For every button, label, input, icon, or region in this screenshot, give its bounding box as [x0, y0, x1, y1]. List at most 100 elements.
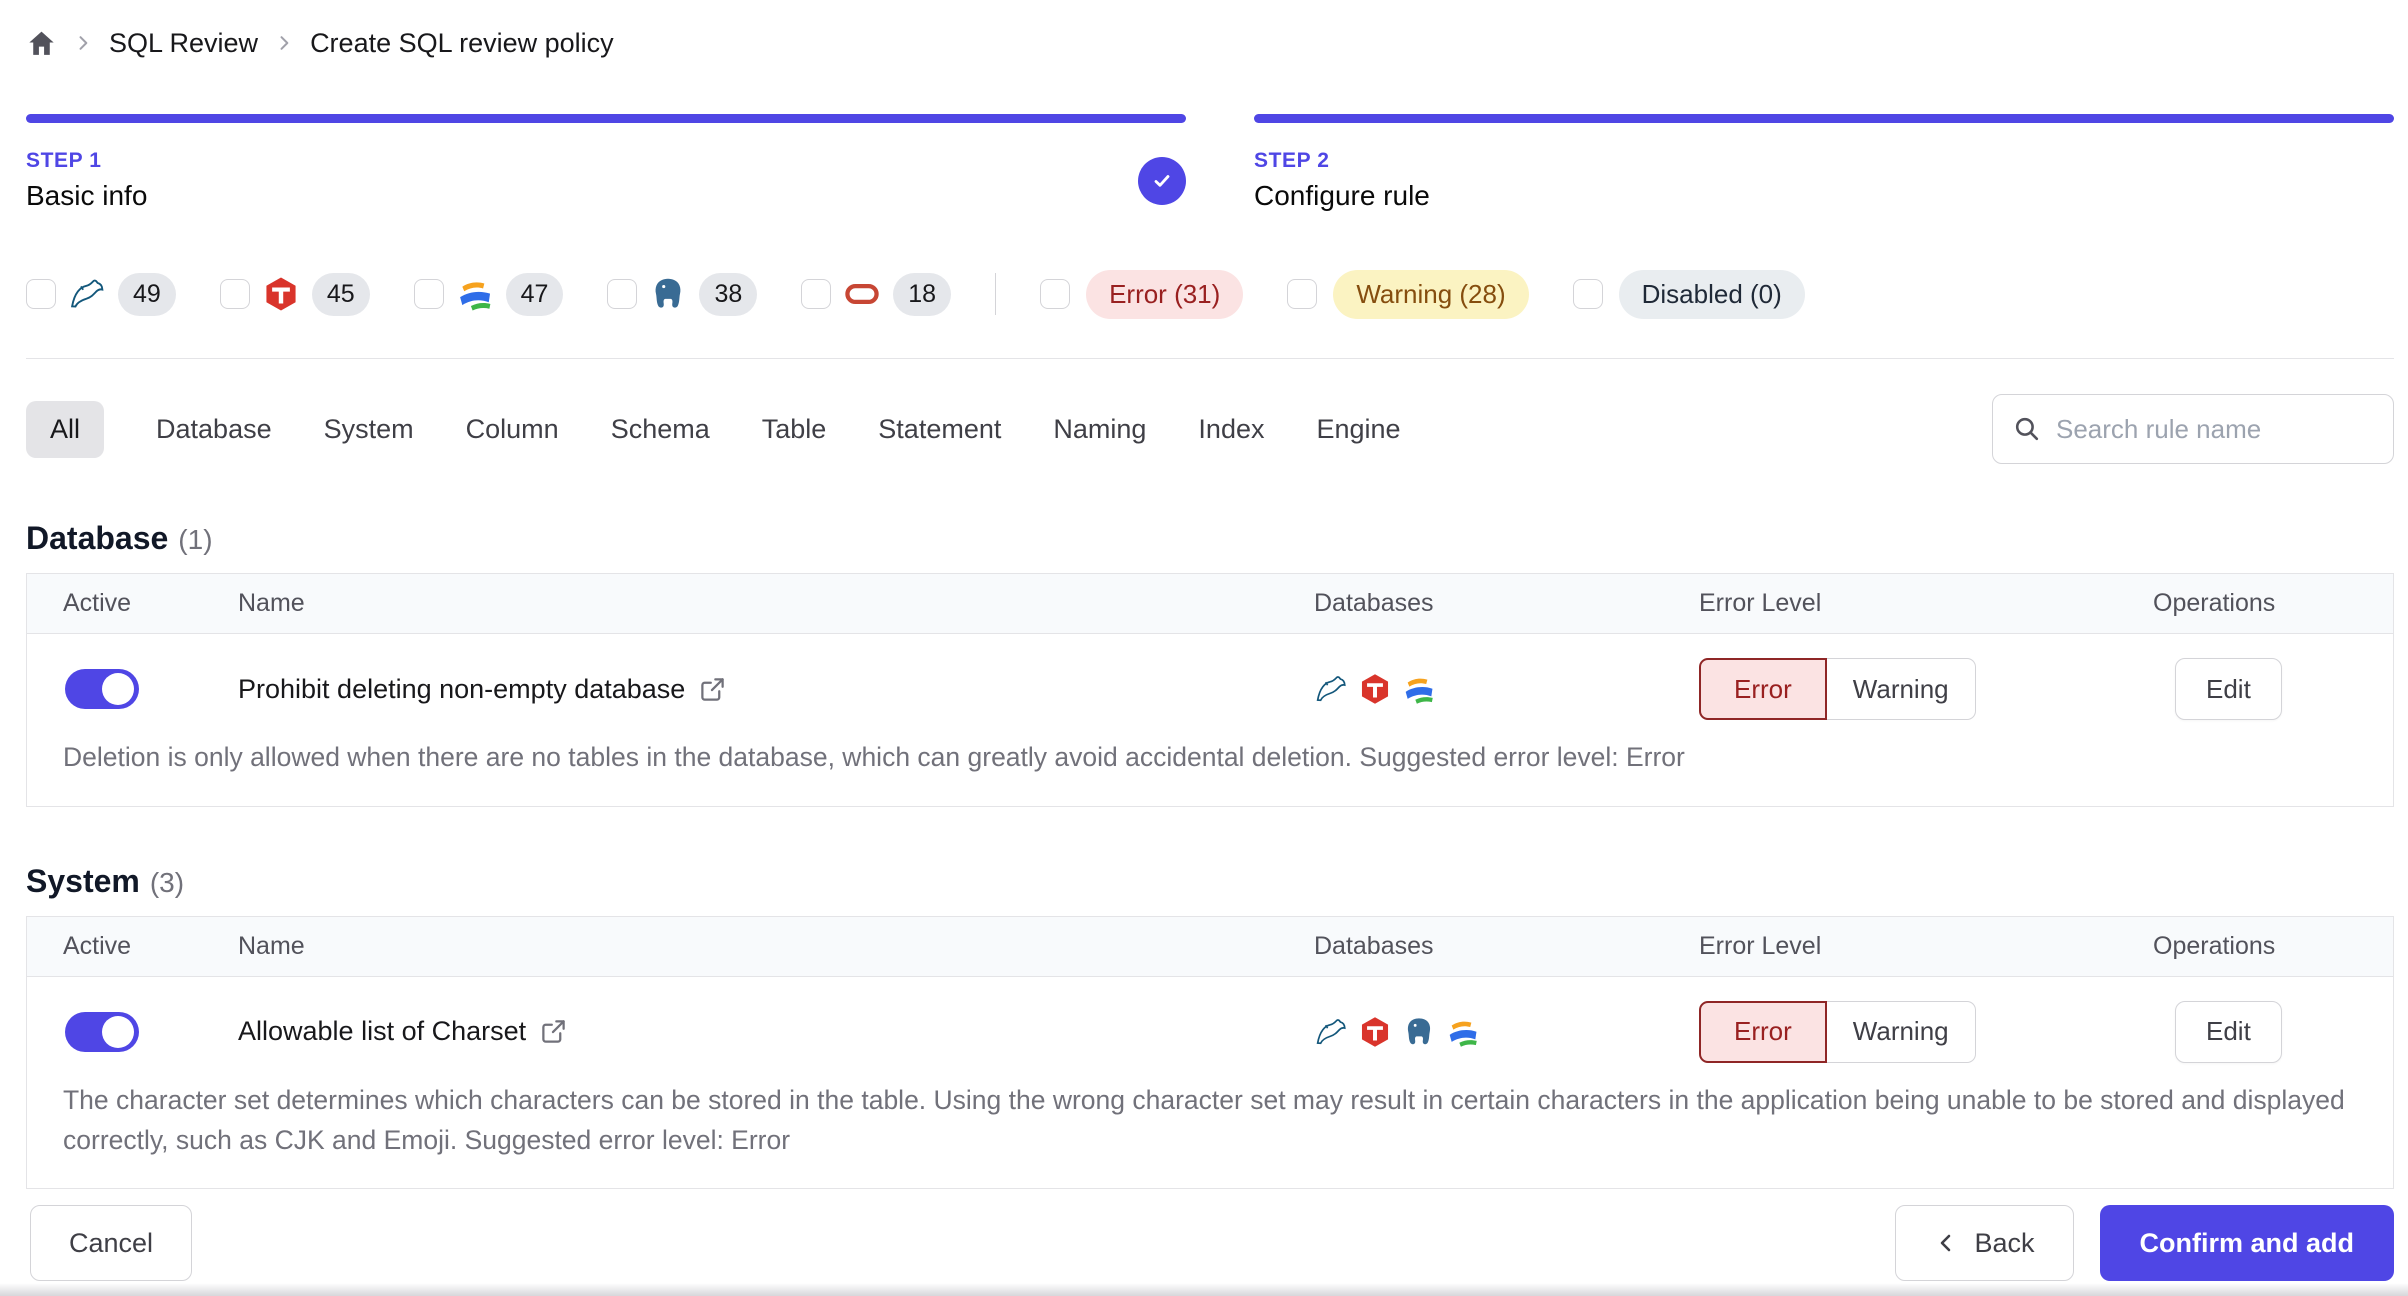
mysql-icon: [68, 275, 106, 313]
column-header-operations: Operations: [2153, 931, 2276, 960]
oracle-checkbox[interactable]: [801, 279, 832, 309]
postgresql-count-badge: 38: [699, 272, 758, 316]
chevron-right-icon: [274, 33, 294, 53]
filter-oracle: 18: [801, 272, 952, 316]
external-link-icon[interactable]: [699, 676, 726, 703]
oceanbase-checkbox[interactable]: [413, 279, 444, 309]
column-header-active: Active: [63, 589, 132, 617]
step-2-progress-bar: [1254, 114, 2394, 123]
tab-table[interactable]: Table: [762, 414, 827, 445]
active-toggle[interactable]: [65, 669, 139, 709]
step-1: STEP 1 Basic info: [26, 114, 1186, 212]
chevron-right-icon: [73, 33, 93, 53]
error-level-control: Error Warning: [1699, 1000, 2153, 1063]
oceanbase-icon: [456, 275, 494, 313]
filter-disabled: Disabled (0): [1572, 269, 1805, 319]
external-link-icon[interactable]: [540, 1018, 567, 1045]
create-sql-review-policy-page: SQL Review Create SQL review policy STEP…: [0, 20, 2408, 1190]
column-header-error-level: Error Level: [1699, 931, 1822, 960]
error-level-warning-button[interactable]: Warning: [1826, 658, 1976, 720]
error-level-error-button[interactable]: Error: [1699, 1000, 1827, 1063]
rule-databases: [1314, 1015, 1699, 1049]
section-divider: [26, 358, 2394, 359]
tidb-icon: [262, 275, 300, 313]
error-level-error-button[interactable]: Error: [1699, 658, 1827, 720]
oceanbase-icon: [1446, 1015, 1480, 1049]
filter-tidb: 45: [219, 272, 370, 316]
back-button-label: Back: [1974, 1227, 2035, 1258]
step-1-label: STEP 1: [26, 149, 102, 172]
tab-statement[interactable]: Statement: [878, 414, 1001, 445]
tab-schema[interactable]: Schema: [611, 414, 710, 445]
warning-checkbox[interactable]: [1287, 279, 1318, 309]
cancel-button[interactable]: Cancel: [30, 1205, 193, 1281]
confirm-and-add-button[interactable]: Confirm and add: [2099, 1205, 2394, 1281]
edit-button[interactable]: Edit: [2175, 1000, 2282, 1063]
tidb-icon: [1358, 1015, 1392, 1049]
mysql-count-badge: 49: [118, 272, 176, 316]
postgresql-icon: [649, 275, 687, 313]
column-header-databases: Databases: [1314, 589, 1434, 617]
database-rules-table: Active Name Databases Error Level Operat…: [26, 573, 2394, 807]
warning-filter-pill[interactable]: Warning (28): [1333, 269, 1529, 319]
table-row: Prohibit deleting non-empty database Err…: [27, 634, 2393, 806]
toggle-knob: [102, 673, 134, 705]
column-header-databases: Databases: [1314, 931, 1434, 960]
filter-warning: Warning (28): [1287, 269, 1529, 319]
step-indicator: STEP 1 Basic info STEP 2 Configure rule: [26, 114, 2394, 212]
table-header-row: Active Name Databases Error Level Operat…: [27, 916, 2393, 977]
tab-system[interactable]: System: [324, 414, 414, 445]
table-row: Allowable list of Charset Error Warning …: [27, 977, 2393, 1189]
tab-index[interactable]: Index: [1198, 414, 1264, 445]
tab-engine[interactable]: Engine: [1316, 414, 1400, 445]
section-heading-database: Database (1): [26, 520, 2394, 557]
rule-name-link[interactable]: Prohibit deleting non-empty database: [238, 674, 685, 705]
step-1-completed-check-icon: [1138, 156, 1186, 205]
step-2-label: STEP 2: [1254, 149, 1330, 172]
search-icon: [2013, 415, 2041, 443]
section-heading-system: System (3): [26, 863, 2394, 900]
mysql-checkbox[interactable]: [26, 279, 56, 309]
section-count: (3): [149, 866, 185, 898]
column-header-operations: Operations: [2153, 589, 2276, 617]
tab-all[interactable]: All: [26, 400, 105, 458]
oracle-icon: [843, 275, 881, 313]
error-checkbox[interactable]: [1040, 279, 1071, 309]
search-box: [1992, 394, 2394, 464]
column-header-error-level: Error Level: [1699, 589, 1822, 617]
bottom-edge-shadow: [0, 1283, 2408, 1296]
postgresql-checkbox[interactable]: [607, 279, 638, 309]
tab-database[interactable]: Database: [156, 414, 272, 445]
error-level-warning-button[interactable]: Warning: [1826, 1000, 1976, 1063]
filter-bar: 49 45 47 38 18 Error (31) Warning (28) D…: [26, 269, 2394, 319]
column-header-active: Active: [63, 931, 132, 960]
active-toggle[interactable]: [65, 1011, 139, 1052]
mysql-icon: [1314, 1015, 1348, 1049]
home-icon[interactable]: [26, 28, 57, 59]
disabled-filter-pill[interactable]: Disabled (0): [1618, 269, 1805, 319]
mysql-icon: [1314, 672, 1348, 706]
back-button[interactable]: Back: [1895, 1205, 2074, 1281]
section-count: (1): [178, 524, 213, 555]
footer-action-bar: Cancel Back Confirm and add: [0, 1200, 2408, 1296]
step-1-title: Basic info: [26, 180, 148, 211]
rule-name-link[interactable]: Allowable list of Charset: [238, 1016, 526, 1047]
rule-description: The character set determines which chara…: [63, 1084, 2345, 1155]
tab-naming[interactable]: Naming: [1053, 414, 1146, 445]
oceanbase-count-badge: 47: [505, 272, 564, 316]
column-header-name: Name: [238, 589, 305, 617]
edit-button[interactable]: Edit: [2175, 658, 2282, 720]
oracle-count-badge: 18: [893, 272, 952, 316]
error-filter-pill[interactable]: Error (31): [1086, 269, 1244, 319]
step-2-title: Configure rule: [1254, 180, 1430, 211]
tab-column[interactable]: Column: [466, 414, 559, 445]
tidb-icon: [1358, 672, 1392, 706]
breadcrumb-sql-review[interactable]: SQL Review: [109, 28, 258, 59]
chevron-left-icon: [1934, 1231, 1958, 1255]
tidb-checkbox[interactable]: [219, 279, 250, 309]
disabled-checkbox[interactable]: [1572, 279, 1603, 309]
step-1-progress-bar: [26, 114, 1186, 123]
postgresql-icon: [1402, 1015, 1436, 1049]
filter-error: Error (31): [1040, 269, 1244, 319]
search-input[interactable]: [2056, 413, 2373, 445]
